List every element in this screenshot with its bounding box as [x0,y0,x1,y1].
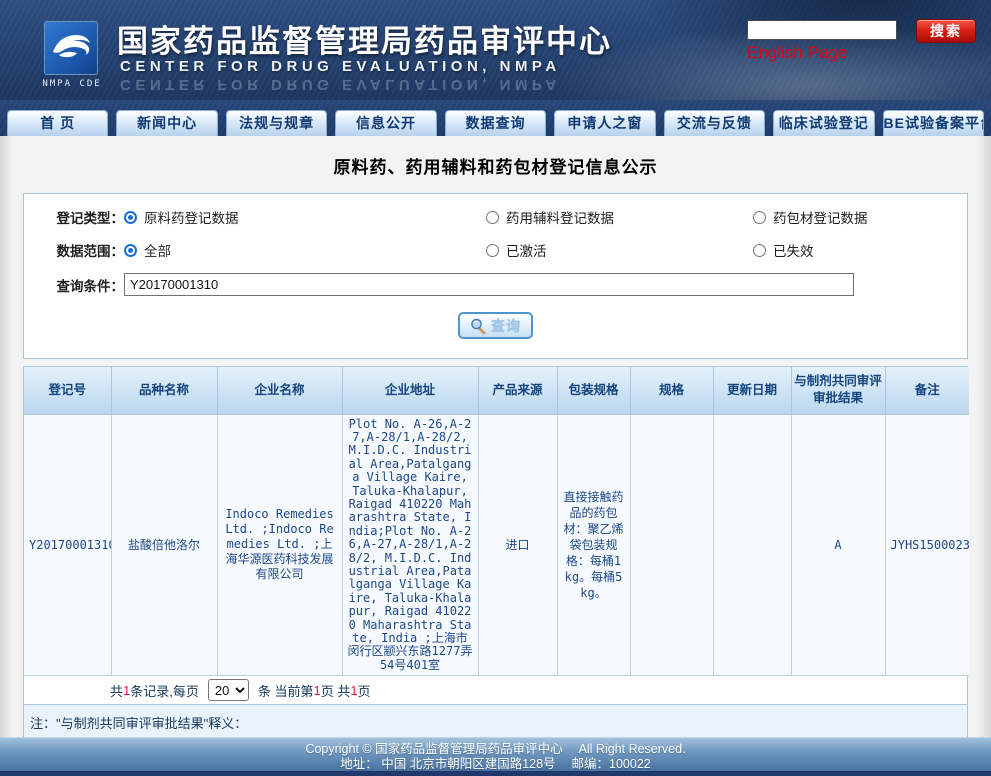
nav-tab-applicant[interactable]: 申请人之窗 [554,110,655,136]
col-header-package-spec: 包装规格 [557,367,630,414]
radio-unselected-icon[interactable] [753,244,766,257]
data-scope-row: 数据范围： 全部 已激活 已失效 [24,240,967,260]
pagination-total-count: 1 [123,683,130,698]
pagination-pages-suffix: 页 [358,681,371,700]
site-header: NMPA CDE 国家药品监督管理局药品审评中心 CENTER FOR DRUG… [0,0,991,100]
query-condition-input[interactable] [124,273,854,296]
pagination-pages-mid: 页 共 [321,681,351,700]
cell-origin: 进口 [478,414,557,676]
results-table: 登记号 品种名称 企业名称 企业地址 产品来源 包装规格 规格 更新日期 与制剂… [24,367,969,676]
main-content: 原料药、药用辅料和药包材登记信息公示 登记类型： 原料药登记数据 药用辅料登记数… [0,136,991,738]
nav-tab-news[interactable]: 新闻中心 [116,110,217,136]
notes-title: 注："与制剂共同审评审批结果"释义： [30,713,957,732]
english-page-link[interactable]: English Page [747,43,847,63]
registration-type-label: 登记类型： [24,207,124,227]
col-header-joint-review: 与制剂共同审评审批结果 [791,367,885,414]
radio-selected-icon[interactable] [124,211,137,224]
radio-excipient-data-label: 药用辅料登记数据 [506,207,614,227]
query-condition-row: 查询条件： [24,273,967,296]
col-header-spec: 规格 [630,367,713,414]
radio-excipient-data[interactable]: 药用辅料登记数据 [486,207,753,227]
site-title-english-reflection: CENTER FOR DRUG EVALUATION, NMPA [120,76,561,93]
nav-tab-regulations[interactable]: 法规与规章 [226,110,327,136]
col-header-origin: 产品来源 [478,367,557,414]
radio-api-data[interactable]: 原料药登记数据 [124,207,486,227]
radio-unselected-icon[interactable] [486,244,499,257]
header-search-button[interactable]: 搜索 [916,19,976,43]
nav-tab-data-query[interactable]: 数据查询 [445,110,546,136]
col-header-company-name: 企业名称 [217,367,342,414]
cell-company-address: Plot No. A-26,A-27,A-28/1,A-28/2, M.I.D.… [342,414,478,676]
col-header-update-date: 更新日期 [713,367,791,414]
nav-tab-be-trial[interactable]: BE试验备案平台 [883,110,984,136]
pagination-total-suffix: 条记录,每页 [130,681,199,700]
radio-unselected-icon[interactable] [486,211,499,224]
pagination-total-prefix: 共 [110,681,123,700]
site-footer: Copyright © 国家药品监督管理局药品审评中心 All Right Re… [0,737,991,776]
pagination-current-page: 1 [314,683,321,698]
radio-scope-activated-label: 已激活 [506,240,547,260]
data-scope-label: 数据范围： [24,240,124,260]
radio-scope-expired-label: 已失效 [773,240,814,260]
pagination-bar: 共1条记录,每页 20 条 当前第 1页 共 1 页 [24,676,967,704]
radio-scope-activated[interactable]: 已激活 [486,240,753,260]
radio-packaging-data[interactable]: 药包材登记数据 [753,207,868,227]
cell-joint-review-result: A [791,414,885,676]
cell-company-name: Indoco Remedies Ltd. ;Indoco Remedies Lt… [217,414,342,676]
nav-tab-clinical-trial[interactable]: 临床试验登记 [773,110,874,136]
query-condition-label: 查询条件： [24,275,124,295]
radio-scope-expired[interactable]: 已失效 [753,240,814,260]
query-button-label: 查询 [491,316,521,336]
radio-scope-all-label: 全部 [144,240,171,260]
pagination-total-pages: 1 [350,683,357,698]
nmpa-cde-logo [44,21,98,75]
radio-scope-all[interactable]: 全部 [124,240,486,260]
page-size-select[interactable]: 20 [208,679,249,701]
logo-swirl-icon [45,22,97,74]
cell-remark: JYHS1500023 [885,414,969,676]
footer-address: 地址： 中国 北京市朝阳区建国路128号 邮编：100022 [0,757,991,772]
nav-tab-feedback[interactable]: 交流与反馈 [664,110,765,136]
logo-caption: NMPA CDE [34,79,110,89]
nav-tab-home[interactable]: 首 页 [7,110,108,136]
radio-api-data-label: 原料药登记数据 [144,207,239,227]
cell-spec [630,414,713,676]
main-navigation: 首 页 新闻中心 法规与规章 信息公开 数据查询 申请人之窗 交流与反馈 临床试… [0,100,991,136]
results-header-row: 登记号 品种名称 企业名称 企业地址 产品来源 包装规格 规格 更新日期 与制剂… [24,367,969,414]
query-button-row: 查询 [24,312,967,339]
magnifier-icon [470,318,486,334]
cell-product-name: 盐酸倍他洛尔 [111,414,217,676]
col-header-reg-no: 登记号 [24,367,111,414]
header-search-input[interactable] [747,20,897,40]
radio-selected-icon[interactable] [124,244,137,257]
notes-section: 注："与制剂共同审评审批结果"释义： 符号 代表含义 A 已批准在上市制剂使用的… [24,704,967,738]
col-header-remark: 备注 [885,367,969,414]
pagination-mid-text: 条 当前第 [258,681,314,700]
site-title-chinese: 国家药品监督管理局药品审评中心 [117,16,612,61]
query-submit-button[interactable]: 查询 [458,312,533,339]
cell-package-spec: 直接接触药品的药包材：聚乙烯袋包装规格：每桶1kg。每桶5kg。 [557,414,630,676]
cell-update-date [713,414,791,676]
nav-tab-information[interactable]: 信息公开 [335,110,436,136]
results-box: 登记号 品种名称 企业名称 企业地址 产品来源 包装规格 规格 更新日期 与制剂… [23,366,968,738]
table-row: Y20170001310 盐酸倍他洛尔 Indoco Remedies Ltd.… [24,414,969,676]
footer-copyright: Copyright © 国家药品监督管理局药品审评中心 All Right Re… [0,742,991,757]
radio-packaging-data-label: 药包材登记数据 [773,207,868,227]
query-form-panel: 登记类型： 原料药登记数据 药用辅料登记数据 药包材登记数据 数据范围： 全部 [23,193,968,359]
cell-reg-no: Y20170001310 [24,414,111,676]
radio-unselected-icon[interactable] [753,211,766,224]
col-header-product-name: 品种名称 [111,367,217,414]
col-header-company-address: 企业地址 [342,367,478,414]
page-title: 原料药、药用辅料和药包材登记信息公示 [0,136,991,190]
site-title-english: CENTER FOR DRUG EVALUATION, NMPA [120,58,561,75]
registration-type-row: 登记类型： 原料药登记数据 药用辅料登记数据 药包材登记数据 [24,207,967,227]
